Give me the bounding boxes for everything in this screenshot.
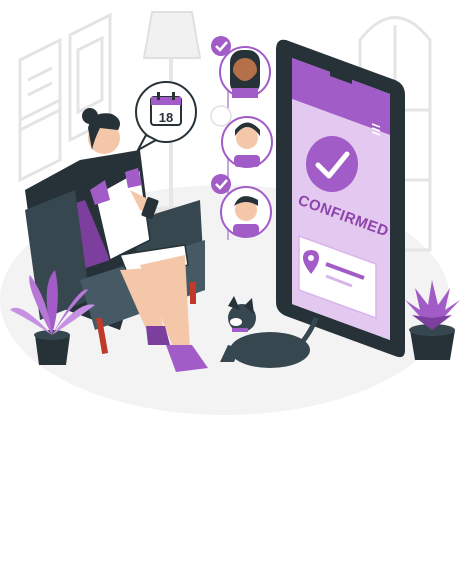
- confirmed-booking-illustration: 18 CONFIRMED: [0, 11, 460, 415]
- contact-avatar-3: [220, 186, 272, 238]
- checkmark-icon: [211, 36, 231, 56]
- checkmark-icon: [306, 136, 358, 192]
- smartphone: CONFIRMED: [276, 39, 405, 358]
- contact-avatar-2: [221, 116, 273, 168]
- contact-avatar-1: [219, 46, 271, 98]
- calendar-day: 18: [159, 110, 173, 125]
- calendar-bubble: 18: [135, 81, 197, 153]
- pending-bubble: [210, 105, 232, 127]
- calendar-icon: 18: [150, 92, 182, 126]
- checkmark-icon: [211, 174, 231, 194]
